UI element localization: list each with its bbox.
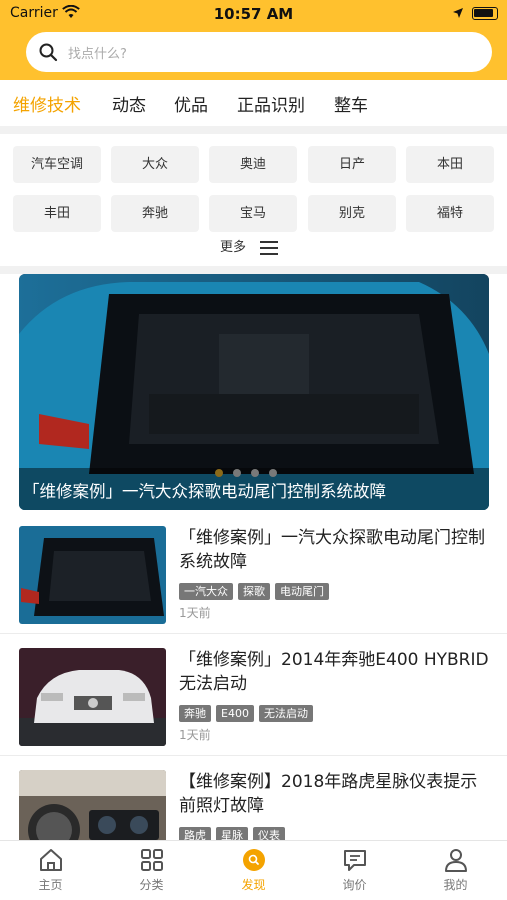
home-icon — [39, 849, 62, 871]
banner-caption-bar: 「维修案例」一汽大众探歌电动尾门控制系统故障 — [19, 468, 489, 510]
tag[interactable]: 无法启动 — [258, 705, 313, 722]
article-thumbnail — [19, 770, 166, 840]
tag[interactable]: 一汽大众 — [179, 583, 233, 600]
list-item[interactable]: 【维修案例】2018年路虎星脉仪表提示前照灯故障 路虎 星脉 仪表 — [0, 756, 507, 840]
tab-news[interactable]: 动态 — [112, 91, 146, 116]
article-list: 「维修案例」一汽大众探歌电动尾门控制系统故障 一汽大众 探歌 电动尾门 1天前 「维… — [0, 512, 507, 840]
brand-grid: 汽车空调 大众 奥迪 日产 本田 丰田 奔驰 宝马 别克 福特 — [0, 134, 507, 266]
tag-list: 一汽大众 探歌 电动尾门 — [179, 580, 334, 600]
nav-inquiry[interactable]: 询价 — [304, 847, 405, 893]
list-item[interactable]: 「维修案例」2014年奔驰E400 HYBRID无法启动 奔驰 E400 无法启动 … — [0, 634, 507, 756]
brand-chip[interactable]: 福特 — [406, 195, 494, 232]
search-bar[interactable]: 找点什么? — [26, 32, 492, 72]
nav-categories[interactable]: 分类 — [101, 847, 202, 893]
nav-home[interactable]: 主页 — [0, 847, 101, 893]
brand-chip[interactable]: 别克 — [308, 195, 396, 232]
nav-label: 询价 — [342, 878, 367, 892]
header: Carrier 10:57 AM 找点什么? — [0, 0, 507, 80]
brand-chip[interactable]: 奥迪 — [209, 146, 297, 183]
more-button[interactable]: 更多 — [220, 236, 246, 255]
menu-icon[interactable] — [260, 241, 278, 255]
banner-title: 「维修案例」一汽大众探歌电动尾门控制系统故障 — [23, 482, 386, 501]
article-title: 【维修案例】2018年路虎星脉仪表提示前照灯故障 — [179, 772, 478, 816]
location-arrow-icon — [453, 8, 463, 18]
tab-products[interactable]: 优品 — [174, 91, 208, 116]
nav-label: 发现 — [241, 878, 266, 892]
article-date: 1天前 — [179, 728, 211, 742]
nav-label: 分类 — [139, 878, 164, 892]
nav-label: 我的 — [443, 878, 468, 892]
message-icon — [343, 850, 366, 871]
tag-list: 奔驰 E400 无法启动 — [179, 702, 318, 722]
brand-chip[interactable]: 宝马 — [209, 195, 297, 232]
banner-carousel[interactable]: 「维修案例」一汽大众探歌电动尾门控制系统故障 — [19, 274, 489, 510]
tag[interactable]: 探歌 — [238, 583, 270, 600]
tag[interactable]: E400 — [216, 705, 254, 722]
brand-chip[interactable]: 奔驰 — [111, 195, 199, 232]
brand-chip[interactable]: 丰田 — [13, 195, 101, 232]
article-date: 1天前 — [179, 606, 211, 620]
category-tabs: 维修技术 动态 优品 正品识别 整车 — [0, 80, 507, 126]
tag-list: 路虎 星脉 仪表 — [179, 824, 290, 840]
clock: 10:57 AM — [213, 5, 294, 23]
tag[interactable]: 奔驰 — [179, 705, 211, 722]
nav-label: 主页 — [38, 878, 63, 892]
article-title: 「维修案例」2014年奔驰E400 HYBRID无法启动 — [179, 650, 489, 694]
tab-vehicles[interactable]: 整车 — [334, 91, 368, 116]
bottom-nav: 主页 分类 发现 询价 我的 — [0, 840, 507, 900]
search-icon — [39, 43, 58, 62]
list-item[interactable]: 「维修案例」一汽大众探歌电动尾门控制系统故障 一汽大众 探歌 电动尾门 1天前 — [0, 512, 507, 634]
article-title: 「维修案例」一汽大众探歌电动尾门控制系统故障 — [179, 528, 485, 572]
brand-chip[interactable]: 日产 — [308, 146, 396, 183]
brand-chip[interactable]: 本田 — [406, 146, 494, 183]
battery-icon — [472, 7, 498, 20]
nav-profile[interactable]: 我的 — [405, 847, 506, 893]
tag[interactable]: 电动尾门 — [275, 583, 329, 600]
search-input[interactable]: 找点什么? — [68, 43, 127, 62]
article-thumbnail — [19, 526, 166, 624]
user-icon — [444, 849, 467, 872]
grid-icon — [140, 849, 163, 871]
tag[interactable]: 星脉 — [216, 827, 248, 840]
tab-repair-tech[interactable]: 维修技术 — [13, 91, 81, 116]
tab-authenticity[interactable]: 正品识别 — [237, 91, 305, 116]
tag[interactable]: 路虎 — [179, 827, 211, 840]
article-thumbnail — [19, 648, 166, 746]
brand-chip[interactable]: 汽车空调 — [13, 146, 101, 183]
divider — [0, 266, 507, 274]
divider — [0, 126, 507, 134]
tag[interactable]: 仪表 — [253, 827, 285, 840]
nav-discover[interactable]: 发现 — [203, 847, 304, 893]
status-bar: Carrier 10:57 AM — [0, 0, 507, 28]
discover-icon — [242, 849, 265, 871]
brand-chip[interactable]: 大众 — [111, 146, 199, 183]
